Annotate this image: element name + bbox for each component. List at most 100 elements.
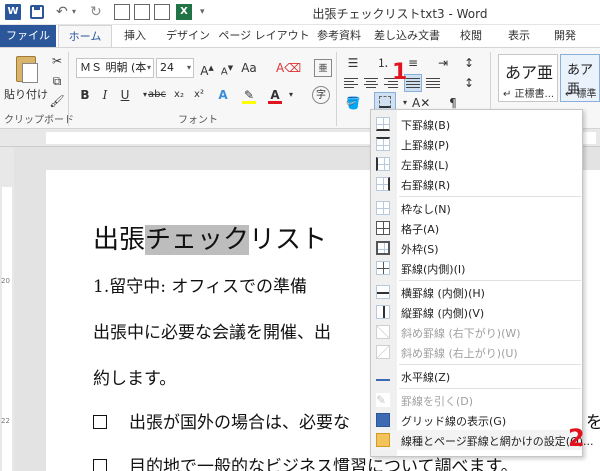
menu-item-diagonal-down: 斜め罫線 (右下がり)(W) (371, 322, 582, 342)
chevron-down-icon: ▾ (186, 63, 191, 72)
menu-item-inside-vertical[interactable]: 縦罫線 (内側)(V) (371, 302, 582, 322)
word-app-icon[interactable]: W (5, 4, 21, 20)
tab-developer[interactable]: 開発 (542, 25, 588, 47)
paste-button[interactable]: 貼り付け (4, 86, 48, 102)
clear-formatting-icon[interactable]: A⌫ (276, 59, 301, 77)
tab-references[interactable]: 参考資料 (310, 25, 368, 47)
quick-access-icon-2[interactable] (134, 4, 150, 20)
align-left-icon[interactable] (344, 76, 360, 90)
italic-button[interactable]: I (96, 86, 114, 104)
change-case-icon[interactable]: Aa (240, 59, 258, 77)
borders-and-shading-icon (376, 433, 390, 447)
grow-font-icon[interactable]: A▲ (198, 59, 216, 78)
tab-page-layout[interactable]: ページ レイアウト (218, 25, 310, 47)
bullets-icon[interactable]: ☰ (344, 54, 362, 72)
tab-design[interactable]: デザイン (158, 25, 218, 47)
document-paragraph[interactable]: 約します。 (93, 364, 176, 389)
menu-item-label: 線種とページ罫線と網かけの設定(O)... (401, 435, 594, 448)
title-part: 出張 (93, 225, 146, 255)
highlight-color-icon[interactable]: ✎ (240, 86, 258, 104)
undo-icon[interactable]: ↶ (56, 4, 68, 20)
format-painter-icon[interactable]: 🖌 (48, 92, 66, 110)
distribute-icon[interactable] (426, 76, 442, 90)
text-effects-icon[interactable]: A (214, 86, 232, 104)
menu-item-left-border[interactable]: 左罫線(L) (371, 154, 582, 174)
subscript-button[interactable]: x₂ (170, 86, 188, 104)
menu-item-inside-horizontal[interactable]: 横罫線 (内側)(H) (371, 282, 582, 302)
menu-item-outside-borders[interactable]: 外枠(S) (371, 238, 582, 258)
style-normal[interactable]: あア亜 ↵ 標準 (560, 54, 600, 102)
quick-access-icon-1[interactable] (114, 4, 130, 20)
align-center-icon[interactable] (364, 76, 380, 90)
view-gridlines-icon (376, 413, 390, 427)
tab-review[interactable]: 校閲 (446, 25, 496, 47)
style-name-2: ↵ 標準 (565, 89, 597, 100)
menu-item-right-border[interactable]: 右罫線(R) (371, 174, 582, 194)
copy-icon[interactable]: ⧉ (48, 72, 66, 90)
excel-icon[interactable]: X (176, 4, 192, 20)
menu-item-label: 罫線を引く(D) (401, 395, 474, 408)
title-bar: W ↶ ▾ ↻ X ▾ 出張チェックリストtxt3 - Word (0, 0, 600, 25)
style-name-1: ↵ 正標書... (503, 89, 555, 100)
superscript-button[interactable]: x² (190, 86, 208, 104)
menu-item-label: 斜め罫線 (右下がり)(W) (401, 327, 521, 340)
checklist-item[interactable]: 出張が国外の場合は、必要な (93, 408, 350, 433)
menu-item-label: 左罫線(L) (401, 159, 449, 172)
menu-item-top-border[interactable]: 上罫線(P) (371, 134, 582, 154)
inside-horizontal-border-icon (376, 285, 390, 299)
menu-item-no-border[interactable]: 枠なし(N) (371, 198, 582, 218)
vertical-ruler[interactable]: 20 22 (0, 147, 14, 471)
document-title[interactable]: 出張チェックリスト (93, 219, 327, 256)
menu-item-label: 斜め罫線 (右上がり)(U) (401, 347, 518, 360)
menu-item-horizontal-line[interactable]: 水平線(Z) (371, 366, 582, 386)
numbering-icon[interactable]: ⒈ (374, 54, 392, 72)
indent-icon[interactable]: ⇥ (434, 54, 452, 72)
callout-2: 2 (568, 424, 585, 452)
shading-icon[interactable]: 🪣 (344, 94, 362, 112)
menu-item-inside-borders[interactable]: 罫線(内側)(I) (371, 258, 582, 278)
ribbon-tabs: ファイル ホーム 挿入 デザイン ページ レイアウト 参考資料 差し込み文書 校… (0, 25, 600, 47)
window-title: 出張チェックリストtxt3 - Word (312, 7, 488, 21)
redo-icon[interactable]: ↻ (90, 4, 102, 20)
sort-icon[interactable]: ↕ (460, 54, 478, 72)
underline-button[interactable]: U (116, 86, 134, 104)
font-size-select[interactable]: 24 ▾ (156, 58, 194, 78)
callout-1: 1 (392, 60, 408, 85)
chevron-down-icon: ▾ (146, 63, 151, 72)
document-paragraph[interactable]: 出張中に必要な会議を開催、出 (93, 318, 331, 343)
shrink-font-icon[interactable]: A▼ (218, 59, 236, 77)
all-borders-icon (376, 221, 390, 235)
quick-access-icon-3[interactable] (154, 4, 170, 20)
line-spacing-icon[interactable]: ↕ (460, 74, 478, 92)
diagonal-up-border-icon (376, 345, 390, 359)
menu-item-borders-and-shading[interactable]: 線種とページ罫線と網かけの設定(O)... (371, 430, 594, 450)
undo-dropdown-icon[interactable]: ▾ (72, 4, 76, 20)
no-border-icon (376, 201, 390, 215)
font-name-select[interactable]: ＭＳ 明朝 (本 ▾ (76, 58, 154, 78)
menu-item-label: 水平線(Z) (401, 371, 451, 384)
customize-quick-access-icon[interactable]: ▾ (200, 4, 205, 20)
menu-item-bottom-border[interactable]: 下罫線(B) (371, 114, 582, 134)
cut-icon[interactable]: ✂ (48, 52, 66, 70)
border-left-icon (376, 157, 390, 171)
style-normal-indent[interactable]: あア亜 ↵ 正標書... (498, 54, 558, 102)
paste-icon[interactable] (12, 54, 40, 84)
menu-item-all-borders[interactable]: 格子(A) (371, 218, 582, 238)
tab-view[interactable]: 表示 (496, 25, 542, 47)
tab-file[interactable]: ファイル (0, 25, 56, 47)
font-color-dropdown-icon[interactable]: ▾ (282, 86, 300, 104)
bold-button[interactable]: B (76, 86, 94, 104)
tab-insert[interactable]: 挿入 (112, 25, 158, 47)
document-heading-1[interactable]: 1.留守中: オフィスでの準備 (93, 272, 307, 297)
tab-mailings[interactable]: 差し込み文書 (368, 25, 446, 47)
border-right-icon (376, 177, 390, 191)
checkbox-icon (93, 415, 107, 429)
strikethrough-button[interactable]: abc (148, 86, 166, 104)
tab-home[interactable]: ホーム (58, 25, 112, 47)
enclose-characters-icon[interactable]: 字 (312, 86, 330, 104)
save-icon[interactable] (30, 5, 44, 19)
ruler-number: 20 (1, 277, 10, 285)
menu-item-view-gridlines[interactable]: グリッド線の表示(G) (371, 410, 582, 430)
phonetic-guide-icon[interactable]: 亜 (314, 59, 332, 77)
menu-item-draw-table: ✎ 罫線を引く(D) (371, 390, 582, 410)
